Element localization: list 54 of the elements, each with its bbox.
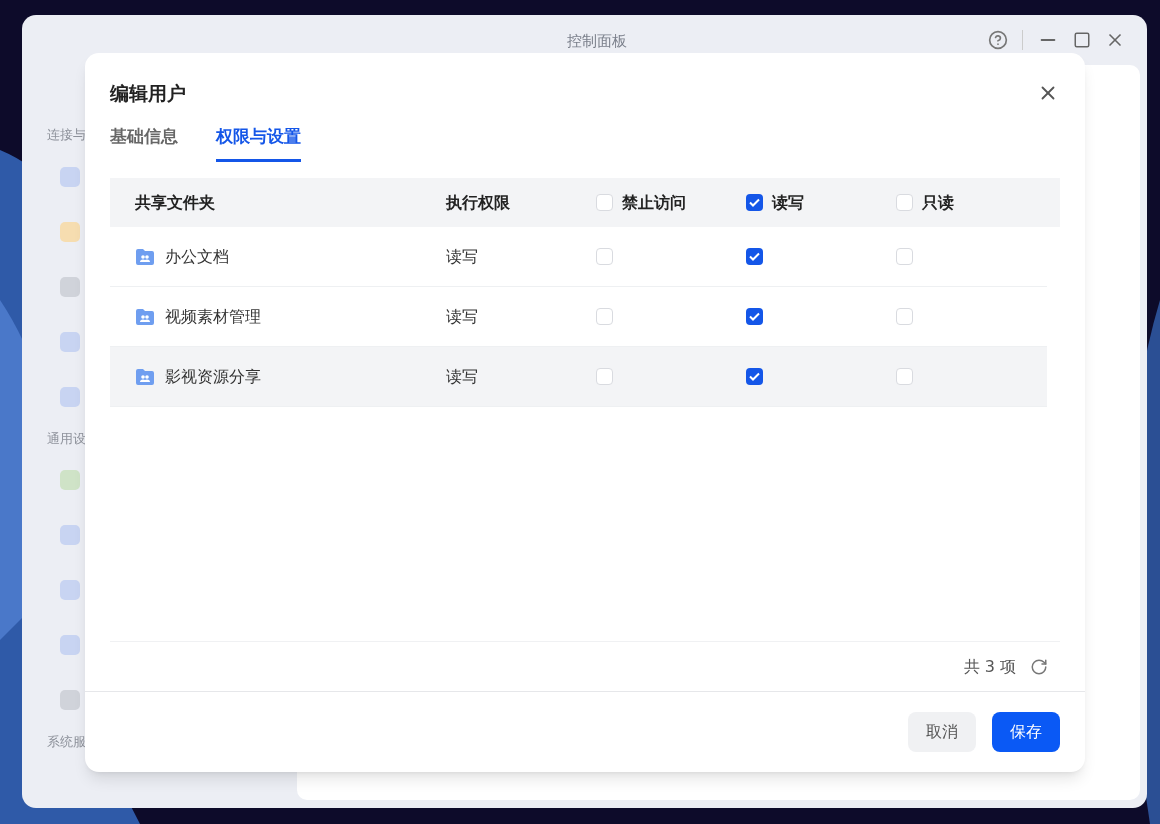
check-icon: [749, 372, 760, 381]
sidebar-app-icon[interactable]: [60, 276, 80, 297]
sidebar-app-icon[interactable]: [60, 635, 80, 655]
column-header: 读写: [772, 191, 804, 214]
permission-checkbox[interactable]: [596, 368, 613, 385]
check-icon: [749, 252, 760, 261]
save-button[interactable]: 保存: [992, 712, 1060, 752]
folder-name: 办公文档: [165, 245, 229, 268]
sidebar-app-icon[interactable]: [60, 580, 80, 600]
header-checkbox[interactable]: [746, 194, 763, 211]
refresh-icon[interactable]: [1030, 657, 1048, 676]
sidebar-section-label: 通用设: [47, 429, 86, 448]
folder-name: 影视资源分享: [165, 365, 261, 388]
header-checkbox[interactable]: [896, 194, 913, 211]
permission-checkbox[interactable]: [896, 368, 913, 385]
shared-folder-icon: [135, 367, 155, 386]
permission-cell: 读写: [446, 246, 478, 266]
folder-name: 视频素材管理: [165, 305, 261, 328]
column-header: 共享文件夹: [135, 191, 215, 214]
dialog-title: 编辑用户: [110, 81, 186, 106]
permission-checkbox[interactable]: [746, 368, 763, 385]
sidebar-app-icon[interactable]: [60, 386, 80, 407]
column-header: 只读: [922, 191, 954, 214]
table-row[interactable]: 影视资源分享 读写: [110, 347, 1047, 407]
sidebar-app-icon[interactable]: [60, 690, 80, 710]
permission-checkbox[interactable]: [746, 248, 763, 265]
permission-checkbox[interactable]: [596, 248, 613, 265]
maximize-icon[interactable]: [1073, 31, 1091, 49]
permission-checkbox[interactable]: [746, 308, 763, 325]
item-count: 共 3 项: [963, 655, 1016, 678]
help-icon[interactable]: [988, 30, 1008, 50]
sidebar-app-icon[interactable]: [60, 166, 80, 187]
sidebar-section-label: 系统服: [47, 733, 86, 751]
shared-folder-icon: [135, 247, 155, 266]
sidebar-app-icon[interactable]: [60, 221, 80, 242]
permission-checkbox[interactable]: [896, 308, 913, 325]
permission-cell: 读写: [446, 366, 478, 386]
check-icon: [749, 198, 760, 207]
tab[interactable]: 权限与设置: [216, 123, 301, 162]
permission-checkbox[interactable]: [896, 248, 913, 265]
window-title: 控制面板: [567, 31, 627, 52]
permission-cell: 读写: [446, 306, 478, 326]
permission-checkbox[interactable]: [596, 308, 613, 325]
shared-folder-icon: [135, 307, 155, 326]
tab[interactable]: 基础信息: [110, 123, 178, 162]
check-icon: [749, 312, 760, 321]
column-header: 执行权限: [446, 191, 510, 214]
header-checkbox[interactable]: [596, 194, 613, 211]
sidebar-app-icon[interactable]: [60, 525, 80, 545]
sidebar-app-icon[interactable]: [60, 470, 80, 490]
cancel-button[interactable]: 取消: [908, 712, 976, 752]
sidebar-section-label: 连接与: [47, 126, 86, 144]
sidebar-app-icon[interactable]: [60, 331, 80, 352]
column-header: 禁止访问: [622, 191, 686, 214]
